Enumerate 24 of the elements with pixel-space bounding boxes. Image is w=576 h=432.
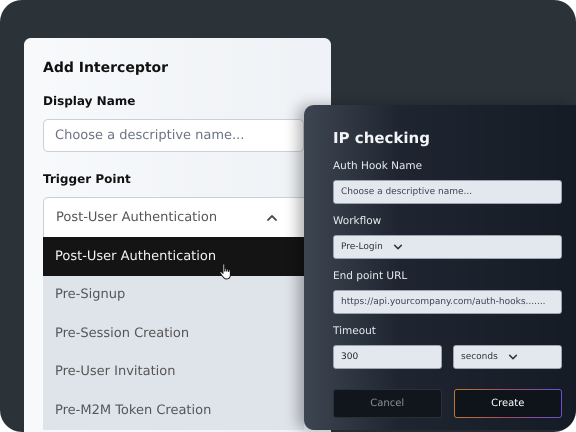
workflow-dropdown[interactable]: Pre-Login (333, 235, 562, 259)
chevron-down-icon (392, 242, 403, 252)
field-label: Timeout (333, 325, 377, 337)
field-label: Trigger Point (43, 172, 132, 186)
display-name-field[interactable]: Choose a descriptive name... (43, 119, 304, 152)
unit-dropdown[interactable]: seconds (453, 345, 562, 369)
timeout-field[interactable]: 300 (333, 345, 442, 369)
dropdown-option[interactable]: Pre-User Invitation (43, 352, 304, 391)
create-button[interactable]: Create (454, 389, 562, 418)
chevron-down-icon (508, 352, 518, 362)
dropdown-option[interactable]: Pre-M2M Token Creation (43, 391, 304, 430)
text-field[interactable]: https://api.yourcompany.com/auth-hooks....... (333, 290, 562, 314)
hand-cursor-icon (219, 263, 233, 280)
dropdown-option[interactable]: Pre-Signup (43, 276, 304, 314)
dropdown-option[interactable]: Pre-Session Creation (43, 314, 304, 352)
field-label: Display Name (43, 94, 136, 108)
field-label: End point URL (333, 270, 408, 282)
panel-title: IP checking (333, 129, 431, 147)
field-label: Workflow (333, 215, 382, 227)
card-title: Add Interceptor (43, 60, 170, 76)
text-field[interactable]: Choose a descriptive name... (333, 180, 562, 204)
cancel-button[interactable]: Cancel (333, 389, 442, 418)
field-label: Auth Hook Name (333, 160, 424, 172)
trigger-dropdown[interactable]: Post-User Authentication (43, 197, 304, 237)
